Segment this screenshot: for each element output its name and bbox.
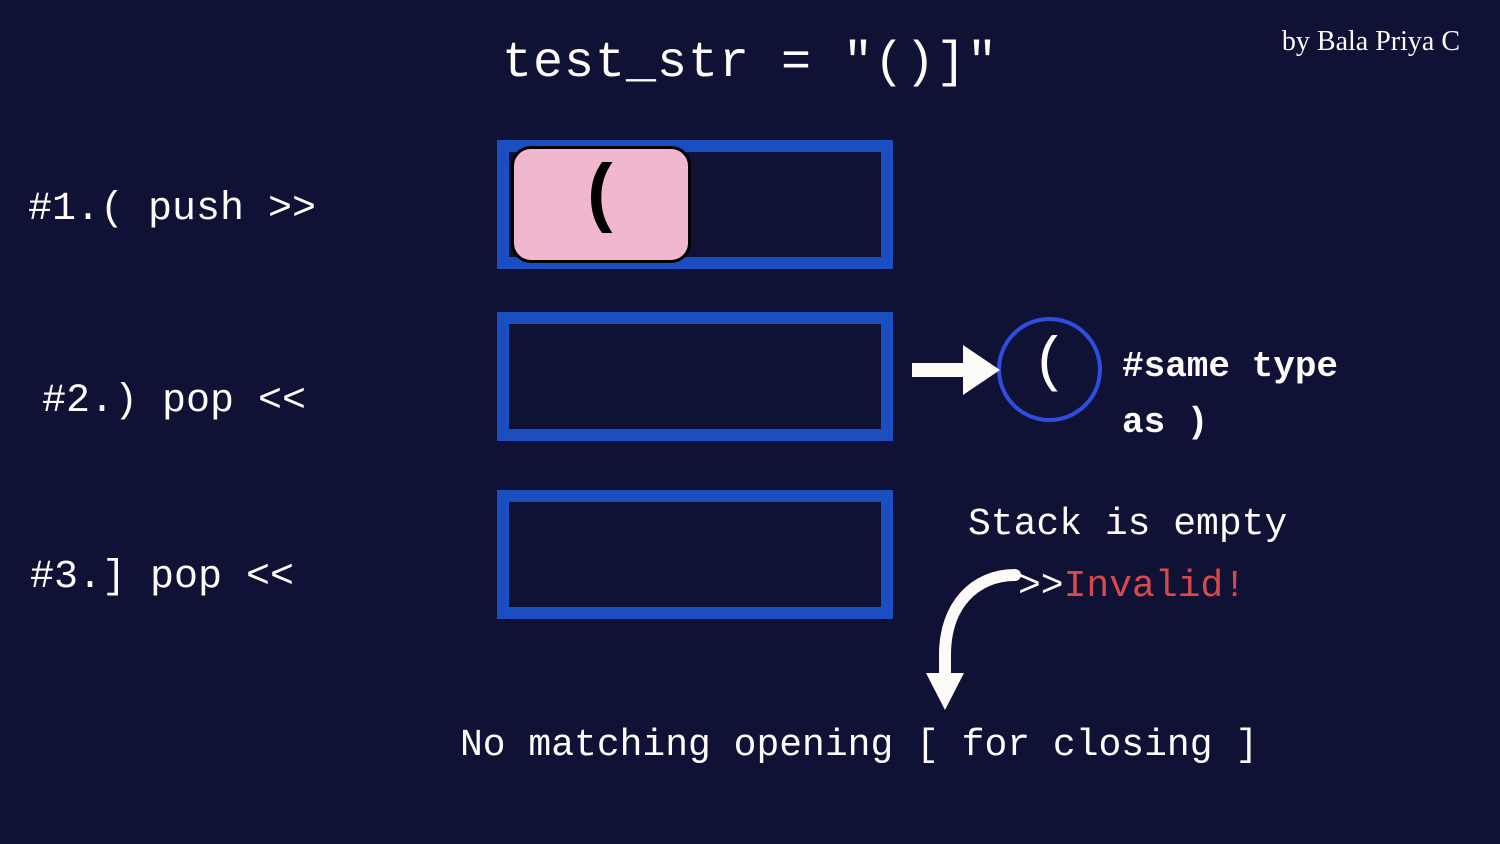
step-3-label: #3.] pop <<	[30, 555, 294, 600]
step-2-label: #2.) pop <<	[42, 379, 306, 424]
stack-empty-text: Stack is empty	[968, 503, 1287, 546]
step-1-label: #1.( push >>	[28, 187, 316, 232]
pop-circle: (	[997, 317, 1102, 422]
no-match-text: No matching opening [ for closing ]	[460, 724, 1258, 767]
stack-box-step-2	[497, 312, 893, 441]
curved-arrow-icon	[920, 565, 1025, 725]
author-credit: by Bala Priya C	[1282, 26, 1460, 58]
push-tile: (	[511, 146, 691, 263]
pop-circle-char: (	[1031, 334, 1067, 394]
invalid-result: >>Invalid!	[1018, 565, 1246, 608]
same-type-note: #same type as )	[1122, 339, 1338, 451]
stack-box-step-3	[497, 490, 893, 619]
invalid-word: Invalid!	[1064, 565, 1246, 608]
arrow-right-icon	[908, 335, 1003, 405]
push-tile-char: (	[578, 159, 624, 235]
title-expression: test_str = "()]"	[0, 35, 1500, 92]
